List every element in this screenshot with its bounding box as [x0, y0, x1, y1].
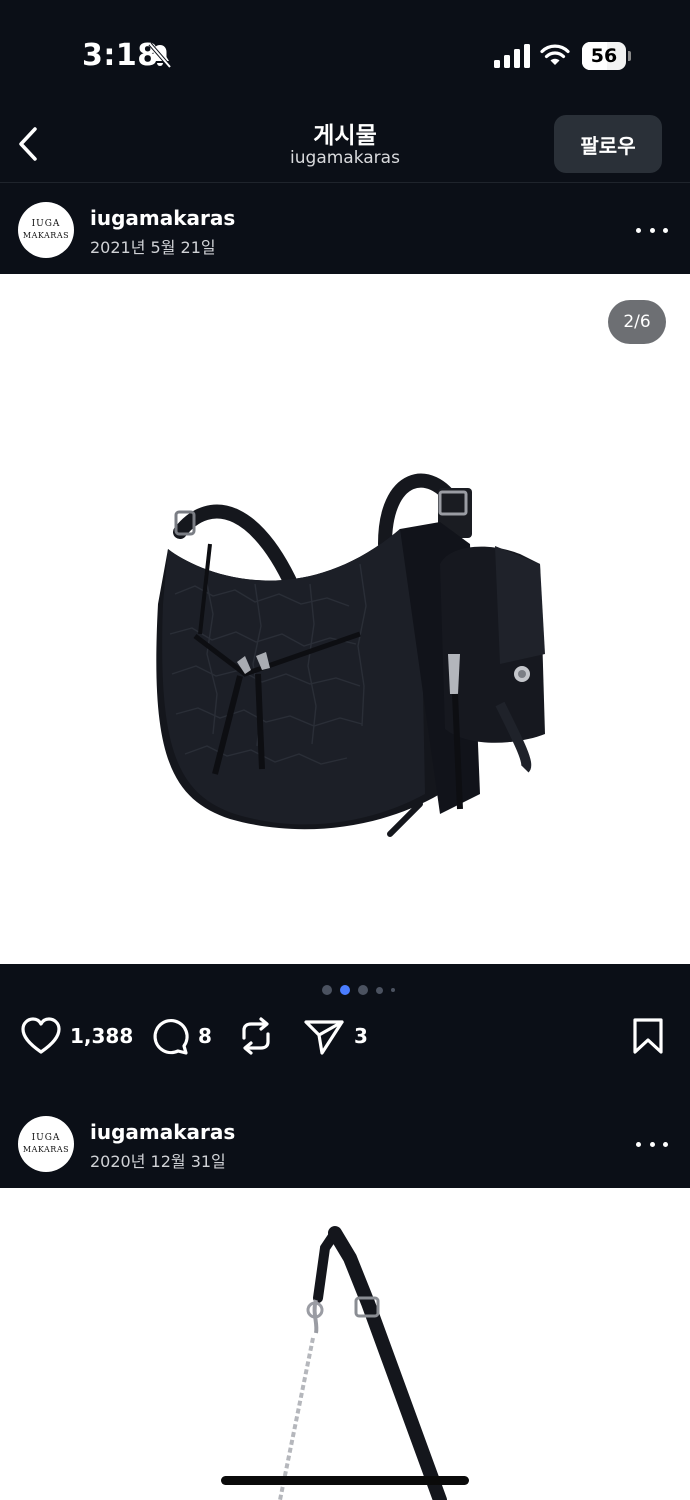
- more-options-button[interactable]: [636, 1134, 668, 1154]
- post-image[interactable]: [0, 274, 690, 964]
- avatar-text-line1: IUGA: [31, 1133, 61, 1143]
- like-count: 1,388: [70, 1024, 134, 1048]
- avatar[interactable]: IUGA MAKARAS: [18, 1116, 74, 1172]
- comment-icon: [153, 1019, 189, 1055]
- carousel-dot: [322, 985, 332, 995]
- cellular-signal-icon: [494, 44, 530, 68]
- more-dot: [649, 227, 655, 233]
- carousel-dot: [376, 986, 383, 994]
- avatar-text-line1: IUGA: [31, 219, 61, 229]
- top-navigation-bar: 게시물 iugamakaras 팔로우: [0, 110, 690, 182]
- avatar-text-line2: MAKARAS: [22, 231, 70, 240]
- post-header: IUGA MAKARAS iugamakaras 2021년 5월 21일: [0, 182, 690, 272]
- product-strap-image: [278, 1226, 447, 1500]
- repost-button[interactable]: [236, 1010, 276, 1062]
- post-date: 2020년 12월 31일: [90, 1152, 226, 1171]
- product-bag-image: [156, 473, 545, 837]
- carousel-dot: [391, 988, 395, 992]
- follow-button[interactable]: 팔로우: [554, 115, 662, 173]
- avatar[interactable]: IUGA MAKARAS: [18, 202, 74, 258]
- send-icon: [304, 1020, 344, 1055]
- post-username[interactable]: iugamakaras: [90, 1120, 235, 1144]
- post-header: IUGA MAKARAS iugamakaras 2020년 12월 31일: [0, 1096, 690, 1186]
- repost-icon: [242, 1017, 270, 1055]
- more-dot: [663, 227, 668, 233]
- bookmark-icon: [633, 1018, 663, 1054]
- carousel-dot-active: [340, 985, 350, 995]
- bookmark-button[interactable]: [630, 1010, 666, 1062]
- battery-percentage: 56: [590, 45, 618, 67]
- carousel-indicator: [322, 984, 403, 996]
- status-bar: 3:18 56: [0, 0, 690, 110]
- more-options-button[interactable]: [636, 220, 668, 240]
- image-counter-badge: 2/6: [608, 300, 666, 344]
- home-indicator[interactable]: [221, 1476, 469, 1485]
- more-dot: [663, 1141, 668, 1147]
- bell-slash-icon: [148, 42, 172, 69]
- share-button[interactable]: 3: [302, 1010, 368, 1062]
- post-actions: 1,388 8 3: [0, 1010, 690, 1066]
- more-dot: [649, 1141, 655, 1147]
- carousel-dot: [358, 985, 368, 995]
- like-button[interactable]: 1,388: [20, 1010, 133, 1062]
- battery-icon: 56: [582, 42, 631, 70]
- post-username[interactable]: iugamakaras: [90, 206, 235, 230]
- post-image[interactable]: [0, 1188, 690, 1500]
- share-count: 3: [354, 1024, 368, 1048]
- battery-cap: [628, 51, 631, 61]
- post-date: 2021년 5월 21일: [90, 238, 216, 257]
- comment-count: 8: [198, 1024, 212, 1048]
- heart-icon: [21, 1017, 61, 1054]
- avatar-text-line2: MAKARAS: [22, 1145, 70, 1154]
- comment-button[interactable]: 8: [150, 1010, 212, 1062]
- more-dot: [636, 1141, 641, 1147]
- more-dot: [636, 227, 641, 233]
- wifi-icon: [540, 44, 570, 65]
